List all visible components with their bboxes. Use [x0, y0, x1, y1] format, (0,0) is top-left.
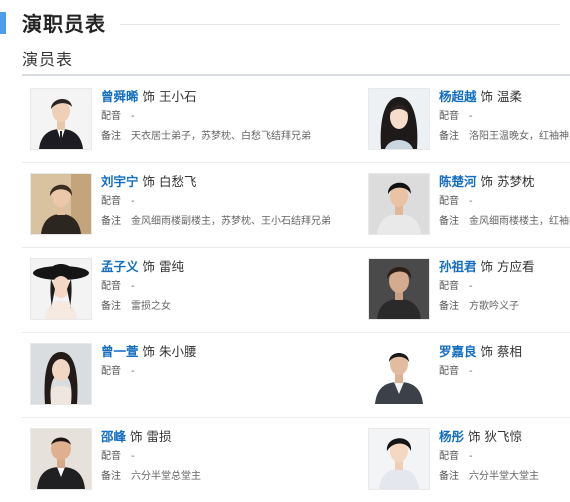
play-as-label: 饰: [480, 89, 494, 104]
dub-label: 配音: [439, 281, 459, 292]
actor-name-link[interactable]: 曾舜晞: [101, 89, 139, 104]
actor-photo[interactable]: [368, 173, 430, 235]
actor-photo[interactable]: [30, 173, 92, 235]
actor-name-link[interactable]: 孟子义: [101, 259, 139, 274]
dub-value: -: [469, 451, 473, 462]
section-divider: [120, 24, 560, 25]
cast-card: 陈楚河饰苏梦枕 配音 - 备注 金风细雨楼楼主，红袖神: [368, 173, 570, 235]
dub-label: 配音: [439, 366, 459, 377]
dub-label: 配音: [101, 451, 121, 462]
cast-row: 刘宇宁饰白愁飞 配音 - 备注 金风细雨楼副楼主，苏梦枕、王小石结拜兄弟 陈楚河饰苏…: [22, 163, 570, 248]
dub-label: 配音: [439, 196, 459, 207]
note-value: 六分半堂大堂主: [469, 471, 539, 482]
note-value: 金风细雨楼楼主，红袖神: [469, 216, 570, 227]
cast-card: 罗嘉良饰蔡相 配音 -: [368, 343, 570, 405]
note-label: 备注: [439, 471, 459, 482]
note-value: 天衣居士弟子，苏梦枕、白愁飞结拜兄弟: [131, 131, 311, 142]
note-value: 洛阳王温晚女，红袖神尼: [469, 131, 570, 142]
actor-photo[interactable]: [368, 343, 430, 405]
actor-name-link[interactable]: 邵峰: [101, 429, 126, 444]
role-name: 温柔: [497, 89, 523, 104]
note-label: 备注: [101, 471, 121, 482]
role-name: 朱小腰: [159, 344, 197, 359]
note-value: 六分半堂总堂主: [131, 471, 201, 482]
dub-value: -: [469, 196, 473, 207]
cast-row: 孟子义饰雷纯 配音 - 备注 雷损之女 孙祖君饰方应看 配音 - 备注 方歌吟义子: [22, 248, 570, 333]
dub-value: -: [131, 196, 135, 207]
dub-label: 配音: [101, 281, 121, 292]
note-label: 备注: [101, 301, 121, 312]
dub-label: 配音: [101, 111, 121, 122]
actor-photo[interactable]: [30, 258, 92, 320]
cast-card: 刘宇宁饰白愁飞 配音 - 备注 金风细雨楼副楼主，苏梦枕、王小石结拜兄弟: [30, 173, 360, 235]
note-value: 方歌吟义子: [469, 301, 519, 312]
play-as-label: 饰: [480, 344, 494, 359]
actor-photo[interactable]: [368, 88, 430, 150]
role-name: 苏梦枕: [497, 174, 535, 189]
note-label: 备注: [439, 216, 459, 227]
play-as-label: 饰: [480, 259, 494, 274]
dub-value: -: [131, 366, 135, 377]
cast-card: 杨彤饰狄飞惊 配音 - 备注 六分半堂大堂主: [368, 428, 570, 490]
play-as-label: 饰: [142, 89, 156, 104]
play-as-label: 饰: [480, 174, 494, 189]
actor-photo[interactable]: [30, 343, 92, 405]
cast-card: 曾舜晞饰王小石 配音 - 备注 天衣居士弟子，苏梦枕、白愁飞结拜兄弟: [30, 88, 360, 150]
play-as-label: 饰: [142, 344, 156, 359]
play-as-label: 饰: [142, 259, 156, 274]
note-label: 备注: [101, 131, 121, 142]
cast-card: 曾一萱饰朱小腰 配音 -: [30, 343, 360, 405]
actor-photo[interactable]: [368, 258, 430, 320]
role-name: 雷损: [146, 429, 172, 444]
actor-name-link[interactable]: 罗嘉良: [439, 344, 477, 359]
role-name: 蔡相: [497, 344, 523, 359]
actor-name-link[interactable]: 曾一萱: [101, 344, 139, 359]
cast-row: 邵峰饰雷损 配音 - 备注 六分半堂总堂主 杨彤饰狄飞惊 配音 - 备注 六分半堂大堂主: [22, 418, 570, 502]
actor-name-link[interactable]: 杨超越: [439, 89, 477, 104]
cast-row: 曾一萱饰朱小腰 配音 - 罗嘉良饰蔡相 配音 -: [22, 333, 570, 418]
actor-name-link[interactable]: 陈楚河: [439, 174, 477, 189]
actor-photo[interactable]: [368, 428, 430, 490]
dub-label: 配音: [101, 196, 121, 207]
actor-name-link[interactable]: 杨彤: [439, 429, 464, 444]
role-name: 狄飞惊: [484, 429, 523, 444]
role-name: 雷纯: [159, 259, 185, 274]
cast-card: 孟子义饰雷纯 配音 - 备注 雷损之女: [30, 258, 360, 320]
dub-value: -: [131, 451, 135, 462]
note-value: 金风细雨楼副楼主，苏梦枕、王小石结拜兄弟: [131, 216, 331, 227]
cast-card: 杨超越饰温柔 配音 - 备注 洛阳王温晚女，红袖神尼: [368, 88, 570, 150]
cast-list: 曾舜晞饰王小石 配音 - 备注 天衣居士弟子，苏梦枕、白愁飞结拜兄弟 杨超越饰温柔 …: [22, 78, 570, 502]
role-name: 方应看: [497, 259, 535, 274]
cast-list-divider: [22, 74, 570, 76]
cast-card: 邵峰饰雷损 配音 - 备注 六分半堂总堂主: [30, 428, 360, 490]
dub-value: -: [469, 111, 473, 122]
cast-card: 孙祖君饰方应看 配音 - 备注 方歌吟义子: [368, 258, 570, 320]
dub-label: 配音: [101, 366, 121, 377]
dub-value: -: [131, 111, 135, 122]
dub-value: -: [131, 281, 135, 292]
role-name: 白愁飞: [159, 174, 197, 189]
actor-photo[interactable]: [30, 428, 92, 490]
note-label: 备注: [101, 216, 121, 227]
play-as-label: 饰: [468, 429, 481, 444]
cast-list-title: 演员表: [22, 50, 74, 69]
actor-name-link[interactable]: 刘宇宁: [101, 174, 139, 189]
note-label: 备注: [439, 131, 459, 142]
play-as-label: 饰: [142, 174, 156, 189]
section-title: 演职员表: [22, 12, 106, 36]
dub-value: -: [469, 281, 473, 292]
dub-label: 配音: [439, 111, 459, 122]
role-name: 王小石: [159, 89, 197, 104]
note-value: 雷损之女: [131, 301, 171, 312]
dub-value: -: [469, 366, 473, 377]
play-as-label: 饰: [130, 429, 143, 444]
dub-label: 配音: [439, 451, 459, 462]
section-accent-bar: [0, 12, 6, 34]
note-label: 备注: [439, 301, 459, 312]
actor-name-link[interactable]: 孙祖君: [439, 259, 477, 274]
cast-row: 曾舜晞饰王小石 配音 - 备注 天衣居士弟子，苏梦枕、白愁飞结拜兄弟 杨超越饰温柔 …: [22, 78, 570, 163]
actor-photo[interactable]: [30, 88, 92, 150]
